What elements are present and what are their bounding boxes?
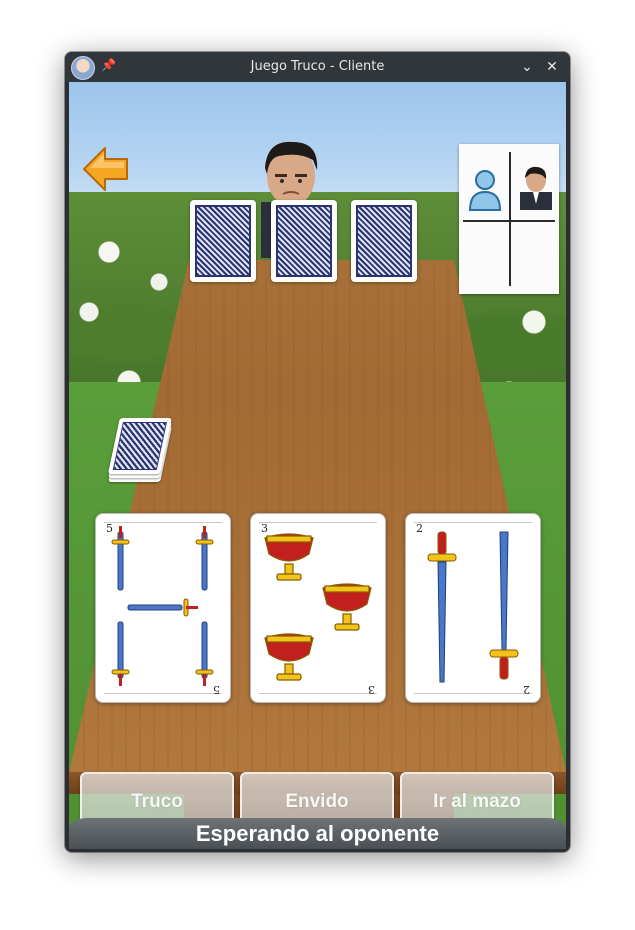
player-silhouette-icon xyxy=(468,170,502,211)
cup-suit-icon xyxy=(264,533,372,681)
opponent-card-3 xyxy=(351,200,417,282)
sword-suit-icon xyxy=(427,531,519,683)
status-bar: Esperando al oponente xyxy=(69,818,566,849)
opponent-card-2 xyxy=(271,200,337,282)
opponent-card-1 xyxy=(190,200,256,282)
hand-card-3[interactable]: 2 2 xyxy=(405,513,541,703)
window-title: Juego Truco - Cliente xyxy=(250,59,385,74)
close-icon[interactable]: ✕ xyxy=(542,57,562,77)
game-board: 5 5 3 3 2 2 Truco Envido Ir al mazo Espe… xyxy=(69,82,566,849)
back-arrow-icon[interactable] xyxy=(81,144,131,194)
opponent-portrait-icon xyxy=(520,166,552,210)
scoreboard xyxy=(459,144,559,294)
titlebar[interactable]: 📌 Juego Truco - Cliente ⌄ ✕ xyxy=(65,52,570,82)
sword-suit-icon xyxy=(111,526,214,686)
hand-card-2[interactable]: 3 3 xyxy=(250,513,386,703)
app-window: 📌 Juego Truco - Cliente ⌄ ✕ 5 5 3 3 2 2 … xyxy=(65,52,570,852)
chevron-down-icon[interactable]: ⌄ xyxy=(517,57,537,77)
hand-card-1[interactable]: 5 5 xyxy=(95,513,231,703)
